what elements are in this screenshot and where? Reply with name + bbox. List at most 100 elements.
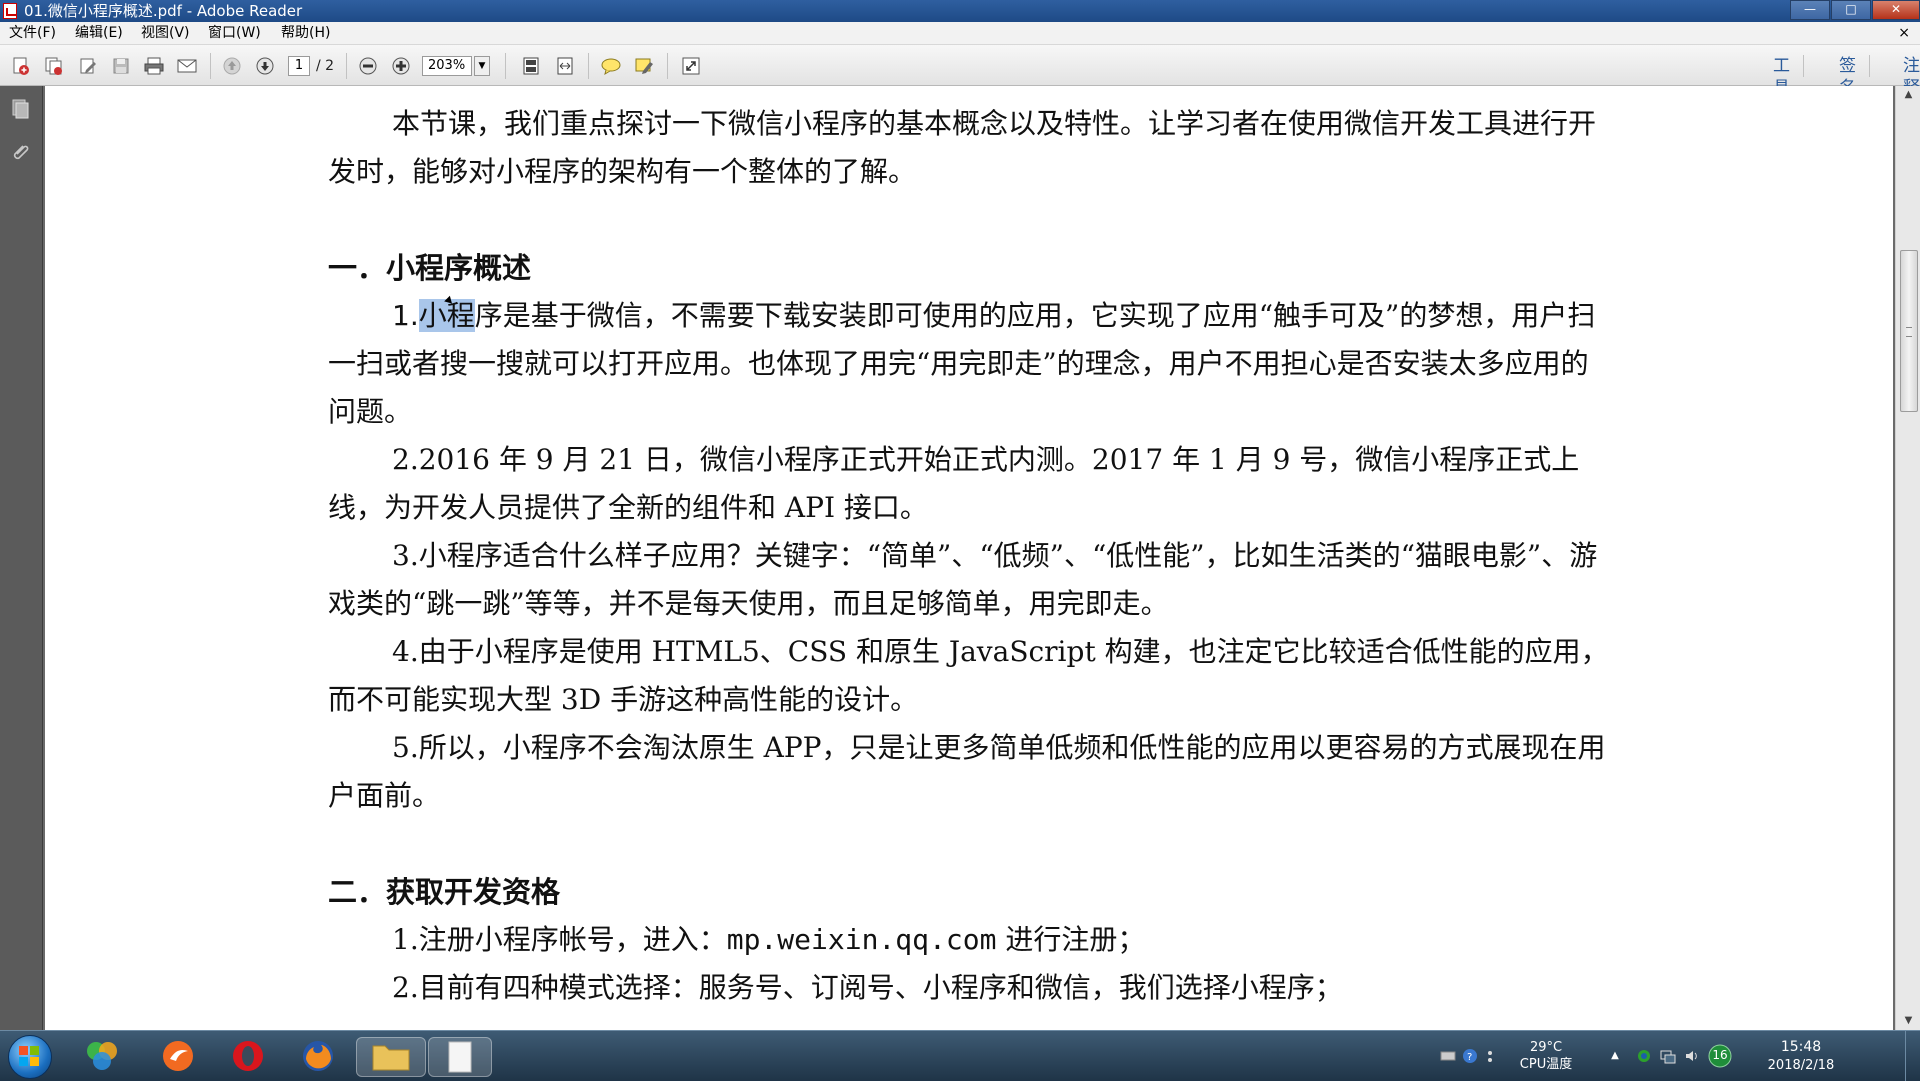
windows-logo-icon [30,1046,39,1055]
registration-url: mp.weixin.qq.com [726,923,997,956]
intro-paragraph: 本节课，我们重点探讨一下微信小程序的基本概念以及特性。让学习者在使用微信开发工具… [328,107,1597,188]
email-icon [177,59,197,73]
keyboard-icon [1440,1051,1456,1061]
vertical-scrollbar[interactable]: ▲ ▼ [1895,86,1920,1030]
adobe-reader-icon [3,3,17,19]
menu-help[interactable]: 帮助(H) [281,22,330,44]
clock-time[interactable]: 15:48 [1758,1039,1844,1055]
scroll-up-button[interactable]: ▲ [1896,86,1920,104]
blank-document-icon [448,1041,472,1073]
taskbar-app-explorer[interactable] [356,1037,426,1077]
taskbar-app-colorful[interactable] [82,1037,122,1075]
combine-pdf-icon [45,57,62,75]
fit-width-button[interactable] [554,56,576,76]
document-view[interactable]: 本节课，我们重点探讨一下微信小程序的基本概念以及特性。让学习者在使用微信开发工具… [43,86,1895,1030]
menu-view[interactable]: 视图(V) [141,22,190,44]
email-button[interactable] [176,56,198,76]
page-thumbnails-button[interactable] [9,98,31,120]
zoom-dropdown-button[interactable]: ▼ [474,56,490,76]
colorful-app-icon [87,1042,117,1070]
network-status-tray-button[interactable] [1636,1048,1652,1064]
print-button[interactable] [143,56,165,76]
section2-paragraph-2: 2.目前有四种模式选择：服务号、订阅号、小程序和微信，我们选择小程序； [392,971,1343,1004]
zoom-level-input[interactable]: 203% [422,56,472,76]
fit-page-icon [523,57,539,75]
window-controls: — □ ✕ [1789,0,1920,20]
taskbar-app-media[interactable] [158,1037,198,1075]
scrollbar-thumb[interactable] [1900,250,1918,412]
create-pdf-button[interactable] [10,56,32,76]
show-desktop-button[interactable] [1905,1031,1920,1081]
page-total: / 2 [316,58,335,74]
toolbar: 1 / 2 203% ▼ 工具 签名 注释 [0,45,1920,98]
zoom-in-icon [392,57,410,75]
windows-taskbar: ? 29°C CPU温度 ▲ 16 15:48 2018/2/18 [0,1030,1920,1081]
fullscreen-button[interactable] [680,56,702,76]
save-button[interactable] [110,56,132,76]
scroll-down-button[interactable]: ▼ [1896,1012,1920,1030]
firefox-icon [303,1041,333,1071]
combine-pdf-button[interactable] [43,56,65,76]
prev-page-button[interactable] [221,56,243,76]
zoom-in-button[interactable] [390,56,412,76]
highlight-text-button[interactable] [633,56,655,76]
taskbar-app-document[interactable] [428,1037,492,1077]
section2-paragraph-1-prefix: 1.注册小程序帐号，进入： [392,923,727,956]
help-icon: ? [1463,1049,1477,1063]
paragraph-3: 3.小程序适合什么样子应用？关键字：“简单”、“低频”、“低性能”，比如生活类的… [328,539,1598,620]
paragraph-1-number: 1. [392,299,419,332]
fit-page-button[interactable] [520,56,542,76]
windows-logo-icon [19,1046,28,1055]
keyboard-tray-button[interactable] [1440,1048,1456,1064]
comment-icon [601,58,621,76]
clock-date[interactable]: 2018/2/18 [1758,1058,1844,1074]
section-heading-qualification: 二．获取开发资格 [328,875,561,909]
start-button[interactable] [8,1035,52,1079]
close-window-button[interactable]: ✕ [1872,0,1920,20]
create-pdf-icon [13,57,29,75]
toolbar-separator [1803,55,1804,77]
cpu-temperature-label: CPU温度 [1519,1057,1573,1072]
ime-tray-button[interactable] [1482,1048,1498,1064]
maximize-button[interactable]: □ [1831,0,1871,20]
paragraph-5: 5.所以，小程序不会淘汰原生 APP，只是让更多简单低频和低性能的应用以更容易的… [328,731,1606,812]
windows-logo-icon [30,1057,39,1066]
minimize-button[interactable]: — [1790,0,1830,20]
notification-count: 16 [1712,1048,1728,1062]
next-page-button[interactable] [254,56,276,76]
zoom-out-button[interactable] [357,56,379,76]
save-icon [113,58,129,74]
close-document-button[interactable]: × [1898,22,1910,44]
prev-page-icon [223,57,241,75]
section-heading-overview: 一．小程序概述 [328,251,532,285]
add-comment-button[interactable] [600,56,622,76]
show-hidden-icons-button[interactable]: ▲ [1608,1048,1622,1064]
help-tray-button[interactable]: ? [1462,1048,1478,1064]
notification-badge[interactable]: 16 [1708,1044,1732,1068]
attachments-icon [13,145,29,160]
page-number-input[interactable]: 1 [288,56,310,76]
toolbar-separator [588,53,589,79]
toolbar-separator [346,53,347,79]
menu-edit[interactable]: 编辑(E) [75,22,123,44]
volume-tray-button[interactable] [1684,1048,1700,1064]
attachments-button[interactable] [9,142,31,164]
system-tray: ? 29°C CPU温度 ▲ 16 15:48 2018/2/18 [1440,1031,1920,1081]
menu-window[interactable]: 窗口(W) [208,22,261,44]
navigation-panel [0,86,43,1030]
fullscreen-icon [682,57,700,75]
toolbar-separator [667,53,668,79]
pages-panel-icon [12,99,29,119]
edit-pdf-button[interactable] [77,56,99,76]
window-title-bar[interactable]: 01.微信小程序概述.pdf - Adobe Reader — □ ✕ [0,0,1920,22]
section2-paragraph-1: 1.注册小程序帐号，进入：mp.weixin.qq.com 进行注册； [328,916,1614,964]
menu-file[interactable]: 文件(F) [9,22,56,44]
taskbar-app-opera[interactable] [228,1037,268,1075]
paragraph-1: 1.小程序是基于微信，不需要下载安装即可使用的应用，它实现了应用“触手可及”的梦… [328,292,1614,436]
section2-paragraph-1-suffix: 进行注册； [996,923,1146,956]
zoom-out-icon [359,57,377,75]
paragraph-2: 2.2016 年 9 月 21 日，微信小程序正式开始正式内测。2017 年 1… [328,443,1580,524]
network-tray-button[interactable] [1660,1048,1676,1064]
edit-pdf-icon [80,58,96,74]
taskbar-app-firefox[interactable] [298,1037,338,1075]
